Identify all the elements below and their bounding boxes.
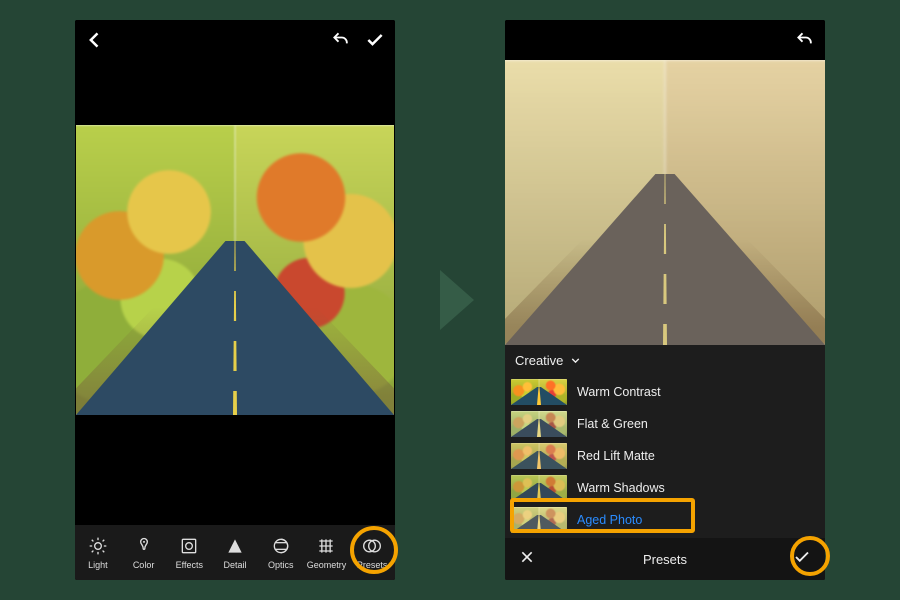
photo [76, 125, 394, 415]
topbar [505, 20, 825, 60]
photo [505, 60, 825, 345]
phone-screen-edit: Light Color Effects Detail Optics Geomet… [75, 20, 395, 580]
tool-presets[interactable]: Presets [349, 536, 395, 570]
close-icon[interactable] [519, 549, 535, 570]
tool-geometry[interactable]: Geometry [304, 536, 350, 570]
tool-light[interactable]: Light [75, 536, 121, 570]
preset-item-warm-shadows[interactable]: Warm Shadows [505, 472, 825, 504]
tool-label: Geometry [307, 560, 347, 570]
tool-label: Optics [268, 560, 294, 570]
tool-label: Effects [176, 560, 203, 570]
tool-color[interactable]: Color [121, 536, 167, 570]
preset-item-flat-green[interactable]: Flat & Green [505, 408, 825, 440]
chevron-down-icon [569, 354, 582, 367]
back-icon[interactable] [85, 30, 105, 50]
photo-viewport[interactable] [505, 60, 825, 345]
topbar [75, 20, 395, 60]
preset-thumb [511, 379, 567, 405]
presets-panel: Creative Warm Contrast Flat & Green Red … [505, 345, 825, 580]
undo-icon[interactable] [795, 30, 815, 50]
photo-viewport[interactable] [75, 60, 395, 480]
phone-screen-presets: Creative Warm Contrast Flat & Green Red … [505, 20, 825, 580]
preset-thumb [511, 507, 567, 533]
preset-label: Warm Shadows [577, 481, 665, 495]
preset-thumb [511, 443, 567, 469]
tool-label: Color [133, 560, 155, 570]
edit-toolbar: Light Color Effects Detail Optics Geomet… [75, 525, 395, 580]
preset-category-dropdown[interactable]: Creative [505, 345, 825, 376]
preset-list: Warm Contrast Flat & Green Red Lift Matt… [505, 376, 825, 538]
tool-label: Presets [357, 560, 388, 570]
arrow-icon [440, 270, 474, 330]
confirm-icon[interactable] [793, 548, 811, 571]
preset-label: Aged Photo [577, 513, 642, 527]
preset-thumb [511, 475, 567, 501]
preset-label: Flat & Green [577, 417, 648, 431]
preset-label: Warm Contrast [577, 385, 661, 399]
preset-item-warm-contrast[interactable]: Warm Contrast [505, 376, 825, 408]
undo-icon[interactable] [331, 30, 351, 50]
tool-optics[interactable]: Optics [258, 536, 304, 570]
tool-label: Detail [224, 560, 247, 570]
preset-label: Red Lift Matte [577, 449, 655, 463]
preset-item-red-lift-matte[interactable]: Red Lift Matte [505, 440, 825, 472]
confirm-icon[interactable] [365, 30, 385, 50]
preset-item-aged-photo[interactable]: Aged Photo [505, 504, 825, 536]
preset-thumb [511, 411, 567, 437]
preset-category-label: Creative [515, 353, 563, 368]
tool-effects[interactable]: Effects [166, 536, 212, 570]
panel-title: Presets [505, 552, 825, 567]
tool-label: Light [88, 560, 108, 570]
presets-bottombar: Presets [505, 538, 825, 580]
tool-detail[interactable]: Detail [212, 536, 258, 570]
